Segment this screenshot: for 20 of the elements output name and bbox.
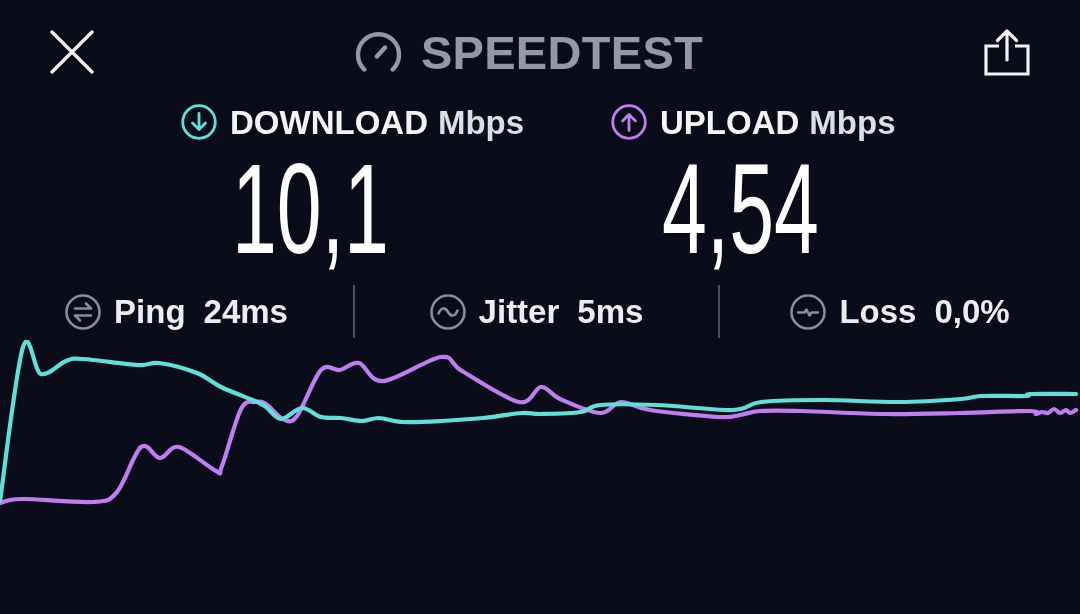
close-icon xyxy=(50,30,94,74)
speed-value: 10,1 xyxy=(232,145,389,273)
speed-value: 4,54 xyxy=(662,145,819,273)
stat-value: 24ms xyxy=(203,295,288,328)
stat-value: 0,0% xyxy=(934,295,1010,328)
stat-value: 5ms xyxy=(577,295,644,328)
stat-label: Jitter xyxy=(478,295,560,328)
stat-label: Loss xyxy=(839,295,917,328)
result-label: DOWNLOAD xyxy=(230,105,428,139)
stat-label: Ping xyxy=(114,295,186,328)
app-title: SPEEDTEST xyxy=(420,28,704,76)
unit-label: Mbps xyxy=(809,105,896,139)
share-button[interactable] xyxy=(984,28,1030,76)
unit-label: Mbps xyxy=(437,105,525,139)
exchange-arrows-icon xyxy=(65,293,102,330)
close-button[interactable] xyxy=(50,30,94,74)
gauge-icon xyxy=(354,32,402,72)
result-label: UPLOAD xyxy=(660,105,800,139)
wave-icon xyxy=(429,293,466,330)
share-icon xyxy=(984,28,1030,76)
